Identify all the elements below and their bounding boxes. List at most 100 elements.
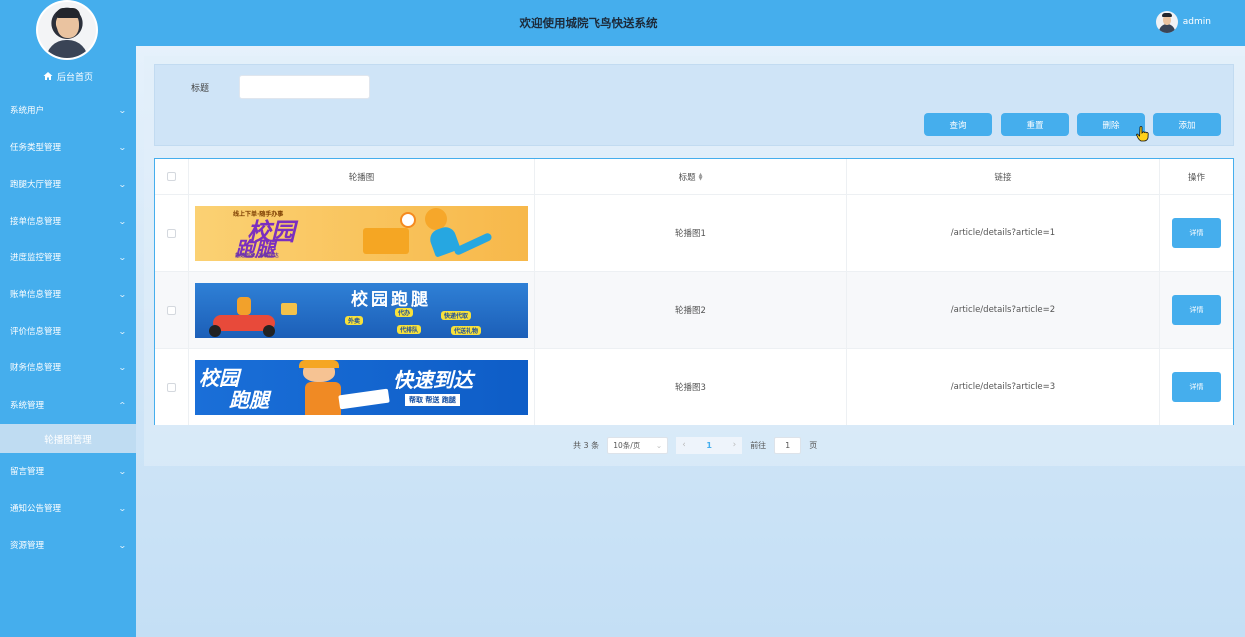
query-button[interactable]: 查询 [924, 113, 992, 136]
banner-cell: 校园 跑腿 快速到达 帮取 帮送 跑腿 [189, 349, 535, 425]
sidebar-subitem-label: 轮播图管理 [44, 434, 92, 446]
user-avatar [36, 0, 98, 60]
sidebar-item-label: 进度监控管理 [10, 253, 62, 263]
reset-button[interactable]: 重置 [1001, 113, 1069, 136]
chevron-down-icon: ⌄ [118, 540, 128, 550]
detail-button[interactable]: 详情 [1172, 295, 1221, 325]
chevron-down-icon: ⌄ [118, 326, 128, 336]
header-image: 轮播图 [189, 159, 535, 194]
row-checkbox[interactable] [167, 228, 176, 238]
home-icon [43, 72, 53, 80]
user-menu[interactable]: admin [1155, 9, 1211, 35]
header-action: 操作 [1187, 172, 1205, 183]
sidebar-item-label: 系统用户 [10, 106, 45, 116]
detail-button[interactable]: 详情 [1172, 372, 1221, 402]
sidebar-item-label: 通知公告管理 [10, 504, 62, 514]
banner-cell: 线上下单·随手办事 校园 跑腿 急速到家, 准确送达 [189, 195, 535, 271]
select-all-checkbox[interactable] [167, 172, 176, 181]
sidebar-item-system-users[interactable]: 系统用户 ⌄ [0, 99, 136, 121]
username: admin [1182, 17, 1211, 27]
sidebar-item-notices[interactable]: 通知公告管理 ⌄ [0, 497, 136, 519]
banner-image-1: 线上下单·随手办事 校园 跑腿 急速到家, 准确送达 [195, 205, 528, 261]
sidebar-item-bills[interactable]: 账单信息管理 ⌄ [0, 283, 136, 305]
row-action-cell: 详情 [1160, 349, 1233, 425]
total-count: 共 3 条 [573, 440, 600, 450]
table-row: 校园跑腿 代办 快递代取 外卖 代排队 代送礼物 轮播图2 /article/d… [155, 272, 1233, 349]
sidebar-item-label: 系统管理 [10, 401, 45, 411]
table-row: 校园 跑腿 快速到达 帮取 帮送 跑腿 轮播图3 /article/detail… [155, 349, 1233, 425]
row-title: 轮播图1 [535, 195, 847, 271]
add-button[interactable]: 添加 [1153, 113, 1221, 136]
top-header: 欢迎使用城院飞鸟快送系统 admin [136, 0, 1245, 46]
carousel-table: 轮播图 标题 ▲ ▼ 链接 操作 线上下单·随手办事 校园 跑腿 急速到家, 准确… [154, 158, 1234, 425]
chevron-down-icon: ⌄ [118, 466, 128, 476]
sidebar-item-progress[interactable]: 进度监控管理 ⌄ [0, 246, 136, 268]
row-checkbox[interactable] [167, 382, 176, 392]
header-link: 链接 [847, 159, 1160, 194]
row-link: /article/details?article=2 [847, 272, 1160, 348]
sidebar-item-resources[interactable]: 资源管理 ⌄ [0, 534, 136, 556]
row-select-cell [155, 349, 189, 425]
sidebar-item-errand-hall[interactable]: 跑腿大厅管理 ⌄ [0, 173, 136, 195]
page-size-select[interactable]: 10条/页 ⌄ [607, 436, 669, 454]
row-action-cell: 详情 [1160, 272, 1233, 348]
chevron-down-icon: ⌄ [118, 216, 128, 226]
chevron-down-icon: ⌄ [118, 289, 128, 299]
sidebar-item-label: 留言管理 [10, 467, 45, 477]
chevron-down-icon: ⌄ [655, 440, 663, 450]
chevron-down-icon: ⌄ [118, 252, 128, 262]
sidebar-item-label: 财务信息管理 [10, 363, 62, 373]
home-label: 后台首页 [56, 72, 93, 83]
title-label: 标题 [191, 84, 210, 94]
row-select-cell [155, 272, 189, 348]
banner-cell: 校园跑腿 代办 快递代取 外卖 代排队 代送礼物 [189, 272, 535, 348]
chevron-down-icon: ⌄ [118, 105, 128, 115]
row-link: /article/details?article=1 [847, 195, 1160, 271]
sidebar-item-label: 接单信息管理 [10, 217, 62, 227]
page-title: 欢迎使用城院飞鸟快送系统 [519, 16, 658, 30]
prev-page-icon[interactable]: ‹ [682, 440, 686, 450]
delete-button[interactable]: 删除 [1077, 113, 1145, 136]
sidebar-item-task-types[interactable]: 任务类型管理 ⌄ [0, 136, 136, 158]
detail-button[interactable]: 详情 [1172, 218, 1221, 248]
header-title-label: 标题 [678, 172, 696, 183]
row-title: 轮播图3 [535, 349, 847, 425]
goto-label: 前往 [750, 440, 767, 450]
title-search-input[interactable] [239, 75, 370, 99]
row-link: /article/details?article=3 [847, 349, 1160, 425]
sidebar-item-label: 资源管理 [10, 541, 45, 551]
home-link[interactable]: 后台首页 [0, 68, 136, 84]
goto-page-input[interactable]: 1 [774, 436, 802, 454]
banner-image-3: 校园 跑腿 快速到达 帮取 帮送 跑腿 [195, 359, 528, 415]
chevron-down-icon: ⌄ [118, 362, 128, 372]
sidebar-item-reviews[interactable]: 评价信息管理 ⌄ [0, 320, 136, 342]
table-header-row: 轮播图 标题 ▲ ▼ 链接 操作 [155, 159, 1233, 195]
sidebar-item-orders[interactable]: 接单信息管理 ⌄ [0, 210, 136, 232]
header-title[interactable]: 标题 ▲ ▼ [535, 159, 847, 194]
row-checkbox[interactable] [167, 305, 176, 315]
avatar [1155, 11, 1178, 33]
sidebar: 后台首页 系统用户 ⌄ 任务类型管理 ⌄ 跑腿大厅管理 ⌄ 接单信息管理 ⌄ 进… [0, 0, 136, 637]
sort-icon[interactable]: ▲ ▼ [699, 172, 703, 181]
row-title: 轮播图2 [535, 272, 847, 348]
chevron-down-icon: ⌄ [118, 142, 128, 152]
page-size-value: 10条/页 [613, 440, 641, 450]
row-action-cell: 详情 [1160, 195, 1233, 271]
sidebar-item-finance[interactable]: 财务信息管理 ⌄ [0, 356, 136, 378]
sidebar-item-system[interactable]: 系统管理 ⌃ [0, 394, 136, 416]
chevron-down-icon: ⌄ [118, 503, 128, 513]
row-select-cell [155, 195, 189, 271]
page-nav: ‹ 1 › [676, 436, 743, 454]
banner-image-2: 校园跑腿 代办 快递代取 外卖 代排队 代送礼物 [195, 282, 528, 338]
select-all-cell [155, 159, 189, 194]
sidebar-item-label: 评价信息管理 [10, 327, 62, 337]
sidebar-subitem-carousel[interactable]: 轮播图管理 [0, 424, 136, 453]
next-page-icon[interactable]: › [733, 440, 737, 450]
pagination: 共 3 条 10条/页 ⌄ ‹ 1 › 前往 1 页 [573, 436, 817, 454]
sidebar-item-messages[interactable]: 留言管理 ⌄ [0, 460, 136, 482]
page-unit-label: 页 [809, 440, 818, 450]
current-page[interactable]: 1 [706, 441, 712, 450]
table-row: 线上下单·随手办事 校园 跑腿 急速到家, 准确送达 轮播图1 /article… [155, 195, 1233, 272]
chevron-down-icon: ⌄ [118, 179, 128, 189]
search-form: 标题 查询 重置 删除 添加 [154, 64, 1234, 146]
